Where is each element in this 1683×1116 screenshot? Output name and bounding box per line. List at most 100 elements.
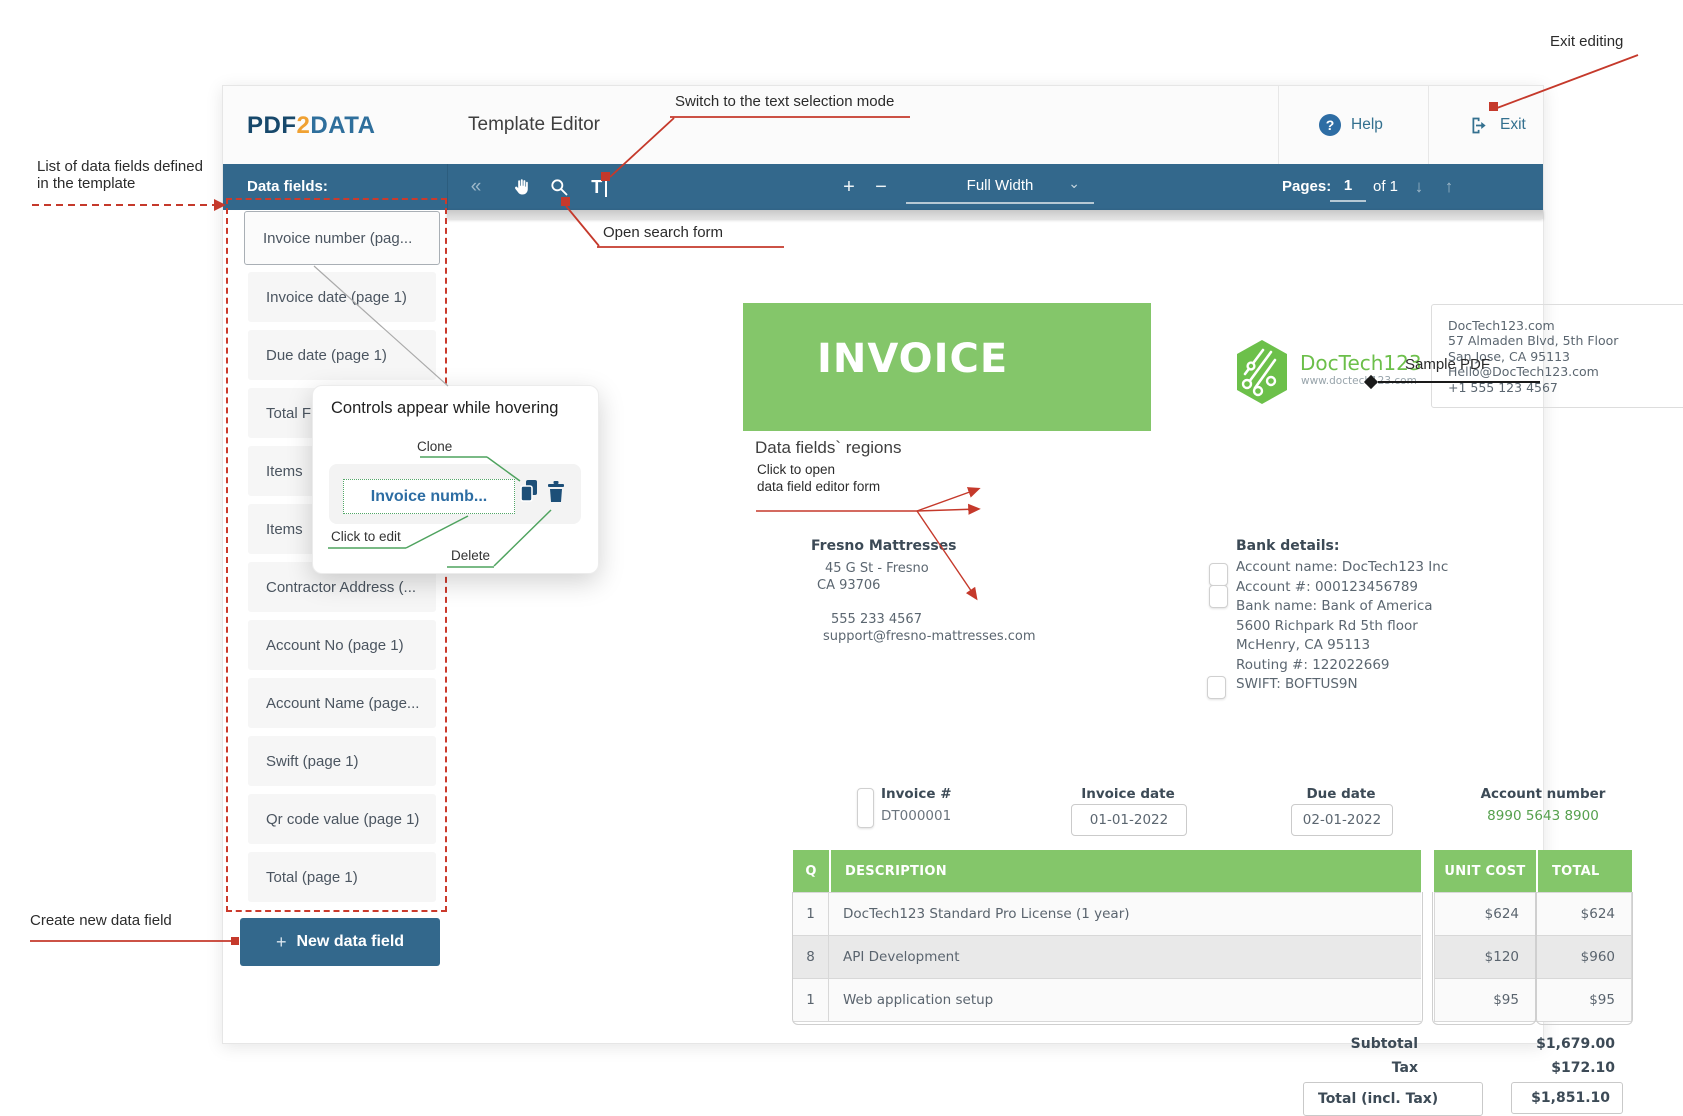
pan-tool-button[interactable] — [507, 173, 535, 201]
sidebar-item-qr-code-value[interactable]: Qr code value (page 1) — [248, 794, 436, 844]
brand-logo: PDF2DATA — [247, 112, 375, 140]
sidebar-item-account-no[interactable]: Account No (page 1) — [248, 620, 436, 670]
bank-line: McHenry, CA 95113 — [1236, 636, 1448, 656]
annotation-sample-pdf: Sample PDF — [1405, 356, 1490, 373]
zoom-fit-select[interactable]: Full Width ⌄ — [906, 172, 1094, 204]
table-cell: 1 — [793, 892, 829, 935]
field-region-total-label[interactable]: Total (incl. Tax) — [1303, 1082, 1483, 1116]
field-item-label: Invoice number (pag... — [263, 230, 412, 247]
prev-page-button[interactable]: ↑ — [1435, 173, 1463, 201]
contractor-email: support@fresno-mattresses.com — [823, 628, 1036, 646]
contractor-city: CA 93706 — [817, 577, 880, 595]
search-icon — [549, 177, 569, 197]
field-region-account-no[interactable] — [1209, 585, 1228, 608]
field-region-invoice-number[interactable] — [857, 788, 874, 828]
new-data-field-button[interactable]: + New data field — [240, 918, 440, 966]
contractor-street: 45 G St - Fresno — [825, 560, 929, 578]
bank-line: Routing #: 122022669 — [1236, 656, 1448, 676]
invoice-date-label: Invoice date — [1071, 786, 1185, 802]
popup-field-chip[interactable]: Invoice numb... — [343, 479, 515, 514]
field-region-account-name[interactable] — [1209, 563, 1228, 586]
table-header-unit-cost: UNIT COST — [1434, 850, 1536, 892]
bank-line: 5600 Richpark Rd 5th floor — [1236, 617, 1448, 637]
zoom-in-button[interactable]: + — [835, 173, 863, 201]
sidebar-item-total[interactable]: Total (page 1) — [248, 852, 436, 902]
plus-icon: + — [276, 932, 287, 953]
subtotal-label: Subtotal — [1223, 1036, 1418, 1052]
page-title: Template Editor — [468, 114, 600, 136]
exit-icon — [1469, 115, 1490, 136]
invoice-banner: INVOICE — [743, 303, 1151, 431]
zoom-out-button[interactable]: − — [867, 173, 895, 201]
table-cell: API Development — [829, 935, 1421, 978]
clone-callout-label: Clone — [417, 439, 452, 454]
table-cell: Web application setup — [829, 978, 1421, 1022]
table-cell: $120 — [1434, 935, 1536, 978]
field-region-invoice-date[interactable]: 01-01-2022 — [1071, 804, 1187, 836]
field-region-swift[interactable] — [1207, 676, 1226, 699]
tax-label: Tax — [1223, 1060, 1418, 1076]
table-cell: 1 — [793, 978, 829, 1022]
collapse-panel-button[interactable]: « — [462, 173, 490, 201]
field-item-label: Account Name (page... — [266, 695, 419, 712]
arrow-down-icon: ↓ — [1415, 177, 1424, 197]
document-viewer: INVOICE DocTech123 www.doctech123.com Do… — [447, 210, 1543, 1043]
annotation-line: List of data fields defined — [37, 158, 203, 175]
field-region-total-value[interactable]: $1,851.10 — [1511, 1082, 1623, 1114]
table-cell: $624 — [1536, 892, 1632, 935]
bank-line: Account #: 000123456789 — [1236, 578, 1448, 598]
next-page-button[interactable]: ↓ — [1405, 173, 1433, 201]
zoom-fit-value: Full Width — [967, 177, 1034, 194]
click-to-edit-callout-label: Click to edit — [331, 529, 401, 544]
sidebar-item-swift[interactable]: Swift (page 1) — [248, 736, 436, 786]
arrow-up-icon: ↑ — [1445, 177, 1454, 197]
invoice-title: INVOICE — [817, 336, 1008, 382]
field-item-label: Qr code value (page 1) — [266, 811, 419, 828]
plus-icon: + — [843, 176, 855, 199]
sidebar-item-due-date[interactable]: Due date (page 1) — [248, 330, 436, 380]
table-header-q: Q — [793, 850, 829, 892]
collapse-icon: « — [471, 176, 482, 198]
sidebar-item-account-name[interactable]: Account Name (page... — [248, 678, 436, 728]
hover-controls-popup: Controls appear while hovering Clone Inv… — [312, 385, 599, 574]
annotation-regions-line1: Click to open — [757, 462, 835, 477]
trash-icon[interactable] — [547, 480, 565, 503]
minus-icon: − — [875, 176, 887, 199]
hand-icon — [511, 177, 532, 198]
annotation-create-field: Create new data field — [30, 912, 172, 929]
search-tool-button[interactable] — [545, 173, 573, 201]
text-select-mode-button[interactable]: T — [585, 173, 613, 201]
sidebar-panel-title: Data fields: — [247, 178, 328, 195]
field-item-label: Items — [266, 463, 303, 480]
bank-line: Account name: DocTech123 Inc — [1236, 558, 1448, 578]
bank-line: SWIFT: BOFTUS9N — [1236, 675, 1448, 695]
table-header-total: TOTAL — [1536, 850, 1632, 892]
company-line: DocTech123.com — [1448, 318, 1683, 333]
help-label: Help — [1351, 116, 1383, 134]
help-button[interactable]: ? Help — [1319, 110, 1383, 140]
table-cell: $960 — [1536, 935, 1632, 978]
table-gap — [1421, 935, 1434, 978]
toolbar-divider — [447, 164, 448, 210]
bank-line: Bank name: Bank of America — [1236, 597, 1448, 617]
company-line: 57 Almaden Blvd, 5th Floor — [1448, 333, 1683, 348]
chevron-down-icon: ⌄ — [1068, 175, 1080, 192]
table-cell: $95 — [1536, 978, 1632, 1022]
annotation-regions-title: Data fields` regions — [755, 438, 901, 458]
page-number-input[interactable]: 1 — [1330, 172, 1366, 202]
popup-title: Controls appear while hovering — [331, 399, 558, 418]
sidebar-item-invoice-number[interactable]: Invoice number (pag... — [244, 211, 440, 265]
field-region-due-date[interactable]: 02-01-2022 — [1291, 804, 1393, 836]
table-header-gap — [1421, 850, 1434, 892]
clone-icon[interactable] — [519, 479, 539, 503]
annotation-switch-text-mode: Switch to the text selection mode — [675, 93, 894, 110]
text-mode-icon: T — [591, 177, 602, 198]
delete-callout-label: Delete — [451, 548, 490, 563]
contractor-name: Fresno Mattresses — [811, 538, 957, 554]
sidebar-item-invoice-date[interactable]: Invoice date (page 1) — [248, 272, 436, 322]
pages-label: Pages: — [1282, 178, 1331, 195]
annotation-open-search: Open search form — [603, 224, 723, 241]
doctech-logo-url: www.doctech123.com — [1301, 375, 1417, 387]
field-item-label: Invoice date (page 1) — [266, 289, 407, 306]
exit-button[interactable]: Exit — [1469, 110, 1526, 140]
